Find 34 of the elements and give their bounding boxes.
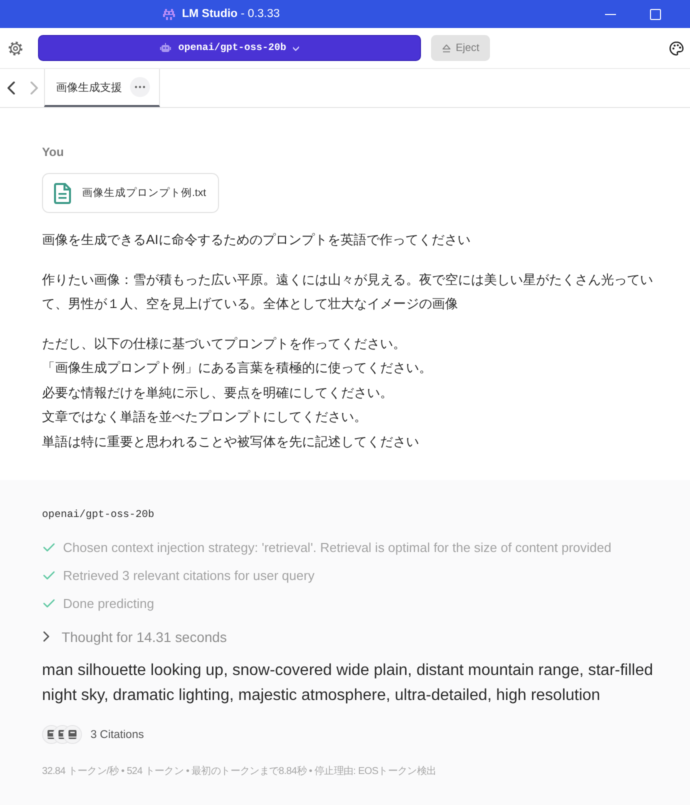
generation-stats: 32.84 トークン/秒 • 524 トークン • 最初のトークンまで8.84秒 • 停止理由: EOSトークン検出 xyxy=(42,764,438,778)
chevron-right-icon xyxy=(30,81,38,95)
book-icon xyxy=(63,725,82,744)
message-text: ただし、以下の仕様に基づいてプロンプトを作ってください。 xyxy=(42,334,407,352)
eject-icon xyxy=(442,44,451,52)
window-title: LM Studio - 0.3.33 xyxy=(182,8,280,20)
message-text: 文章ではなく単語を並べたプロンプトにしてください。 xyxy=(42,408,368,426)
chevron-left-icon xyxy=(6,81,16,95)
settings-button[interactable] xyxy=(8,40,23,56)
document-icon xyxy=(54,182,71,204)
chat-tab[interactable]: 画像生成支援 xyxy=(44,69,160,107)
message-text: 画像を生成できるAIに命令するためのプロンプトを英語で作ってください xyxy=(42,231,472,249)
theme-button[interactable] xyxy=(669,40,684,56)
response-text: man silhouette looking up, snow-covered wide plain, distant mountain range, star-filled night sky, dramatic lighting, majestic atmosphere, ultra-detailed, high resolution xyxy=(42,661,654,706)
status-step: Done predicting xyxy=(63,596,154,610)
model-selector-button[interactable]: openai/gpt-oss-20b xyxy=(38,35,421,61)
palette-icon xyxy=(669,40,684,56)
tab-label: 画像生成支援 xyxy=(56,80,122,94)
maximize-icon xyxy=(650,8,661,20)
settings-icon xyxy=(8,40,23,56)
file-attachment[interactable]: 画像生成プロンプト例.txt xyxy=(42,173,220,213)
status-step: Chosen context injection strategy: 'retrieval'. Retrieval is optimal for the size of content provided xyxy=(63,540,612,554)
logo-icon xyxy=(163,8,175,20)
sender-name: You xyxy=(42,144,65,161)
more-icon[interactable] xyxy=(130,77,150,97)
robot-icon xyxy=(160,43,172,53)
chevron-down-icon xyxy=(293,44,299,52)
message-text: 「画像生成プロンプト例」にある言葉を積極的に使ってください。 xyxy=(42,359,433,377)
message-text: 作りたい画像：雪が積もった広い平原。遠くには山々が見える。夜で空には美しい星がたくさん光っていて、男性が１人、空を見上げている。全体として壮大なイメージの画像 xyxy=(42,270,654,313)
citations-button[interactable]: 3 Citations xyxy=(42,724,676,744)
model-name: openai/gpt-oss-20b xyxy=(42,508,156,523)
message-text: 必要な情報だけを単純に示し、要点を明確にしてください。 xyxy=(42,384,394,402)
message-text: 単語は特に重要と思われることや被写体を先に記述してください xyxy=(42,432,420,450)
status-step: Retrieved 3 relevant citations for user query xyxy=(63,568,314,582)
